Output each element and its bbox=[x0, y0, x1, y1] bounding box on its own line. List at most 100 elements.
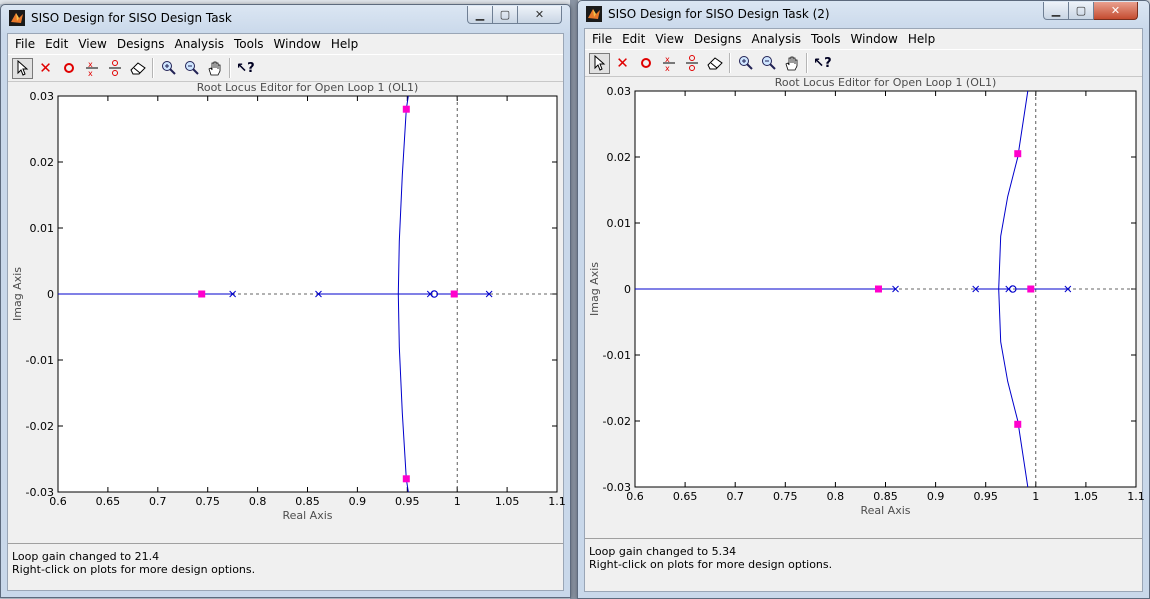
y-tick-label: -0.03 bbox=[603, 481, 631, 494]
x-axis-label: Real Axis bbox=[860, 504, 910, 517]
add-pole-pair-icon[interactable]: xx bbox=[81, 58, 102, 79]
status-hint-text: Right-click on plots for more design opt… bbox=[589, 558, 833, 571]
x-tick-label: 0.9 bbox=[927, 490, 945, 503]
close-button[interactable]: ✕ bbox=[1094, 2, 1138, 20]
plot-area[interactable]: Root Locus Editor for Open Loop 1 (OL1) 0… bbox=[585, 77, 1144, 539]
menu-help[interactable]: Help bbox=[903, 29, 940, 49]
closed-loop-pole-marker bbox=[1027, 285, 1035, 293]
svg-text:x: x bbox=[88, 69, 93, 77]
whats-this-help-icon[interactable]: ↖? bbox=[235, 58, 256, 79]
closed-loop-pole-marker bbox=[874, 285, 882, 293]
maximize-button[interactable]: ▢ bbox=[1069, 2, 1094, 20]
menu-edit[interactable]: Edit bbox=[40, 34, 73, 54]
delete-x-pole-icon[interactable]: ✕ bbox=[612, 53, 633, 74]
menu-window[interactable]: Window bbox=[269, 34, 326, 54]
x-tick-label: 0.9 bbox=[349, 495, 367, 508]
x-tick-label: 1.05 bbox=[495, 495, 520, 508]
maximize-button[interactable]: ▢ bbox=[493, 6, 518, 24]
closed-loop-pole-marker bbox=[1014, 150, 1022, 158]
toolbar-separator bbox=[806, 53, 808, 73]
whats-this-help-icon[interactable]: ↖? bbox=[812, 53, 833, 74]
y-tick-label: -0.02 bbox=[26, 420, 54, 433]
y-tick-label: -0.02 bbox=[603, 415, 631, 428]
menu-tools[interactable]: Tools bbox=[806, 29, 846, 49]
y-axis-label: Imag Axis bbox=[588, 262, 601, 316]
status-panel: Loop gain changed to 21.4 Right-click on… bbox=[8, 544, 563, 576]
x-tick-label: 1.1 bbox=[548, 495, 565, 508]
title-bar[interactable]: SISO Design for SISO Design Task (2) ▁ ▢… bbox=[578, 1, 1149, 27]
pan-hand-icon[interactable] bbox=[204, 58, 225, 79]
menu-designs[interactable]: Designs bbox=[689, 29, 747, 49]
title-bar[interactable]: SISO Design for SISO Design Task ▁ ▢ ✕ bbox=[1, 5, 570, 31]
root-locus-plot[interactable]: Root Locus Editor for Open Loop 1 (OL1) 0… bbox=[585, 77, 1144, 538]
y-tick-label: -0.03 bbox=[26, 486, 54, 499]
plot-area[interactable]: Root Locus Editor for Open Loop 1 (OL1) 0… bbox=[8, 82, 565, 544]
x-axis-label: Real Axis bbox=[282, 509, 332, 522]
root-locus-plot[interactable]: Root Locus Editor for Open Loop 1 (OL1) 0… bbox=[8, 82, 565, 543]
menu-file[interactable]: File bbox=[10, 34, 40, 54]
x-tick-label: 0.65 bbox=[673, 490, 698, 503]
menu-edit[interactable]: Edit bbox=[617, 29, 650, 49]
eraser-icon[interactable] bbox=[704, 53, 725, 74]
add-zero-pair-icon[interactable] bbox=[104, 58, 125, 79]
window-title: SISO Design for SISO Design Task (2) bbox=[608, 7, 830, 21]
y-tick-label: 0 bbox=[624, 283, 631, 296]
add-pole-pair-icon[interactable]: xx bbox=[658, 53, 679, 74]
add-zero-icon[interactable] bbox=[58, 58, 79, 79]
minimize-button[interactable]: ▁ bbox=[1043, 2, 1069, 20]
toolbar: ✕ xx ↖? bbox=[585, 49, 1142, 77]
closed-loop-pole-marker bbox=[1014, 420, 1022, 428]
siso-window-2[interactable]: SISO Design for SISO Design Task (2) ▁ ▢… bbox=[577, 0, 1150, 599]
closed-loop-pole-marker bbox=[450, 290, 458, 298]
x-tick-label: 1.05 bbox=[1074, 490, 1099, 503]
chart-title: Root Locus Editor for Open Loop 1 (OL1) bbox=[775, 77, 997, 89]
menu-view[interactable]: View bbox=[73, 34, 111, 54]
status-hint-text: Right-click on plots for more design opt… bbox=[12, 563, 256, 576]
svg-text:x: x bbox=[665, 64, 670, 72]
x-tick-label: 0.8 bbox=[827, 490, 845, 503]
y-tick-label: 0.01 bbox=[30, 222, 55, 235]
menu-help[interactable]: Help bbox=[326, 34, 363, 54]
y-tick-label: 0.01 bbox=[607, 217, 632, 230]
menu-view[interactable]: View bbox=[650, 29, 688, 49]
menu-designs[interactable]: Designs bbox=[112, 34, 170, 54]
status-gain-text: Loop gain changed to 5.34 bbox=[589, 545, 737, 558]
arrow-select-icon[interactable] bbox=[12, 57, 33, 79]
x-tick-label: 0.75 bbox=[195, 495, 220, 508]
zoom-out-icon[interactable] bbox=[758, 53, 779, 74]
zoom-in-icon[interactable] bbox=[158, 58, 179, 79]
siso-window-1[interactable]: SISO Design for SISO Design Task ▁ ▢ ✕ F… bbox=[0, 4, 571, 598]
window-title: SISO Design for SISO Design Task bbox=[31, 11, 232, 25]
x-tick-label: 1.1 bbox=[1127, 490, 1144, 503]
toolbar: ✕ xx ↖? bbox=[8, 54, 563, 82]
closed-loop-pole-marker bbox=[198, 290, 206, 298]
y-tick-label: 0.03 bbox=[30, 90, 55, 103]
x-tick-label: 0.85 bbox=[295, 495, 320, 508]
menu-bar: File Edit View Designs Analysis Tools Wi… bbox=[8, 34, 563, 54]
x-tick-label: 0.95 bbox=[395, 495, 420, 508]
menu-tools[interactable]: Tools bbox=[229, 34, 269, 54]
add-zero-pair-icon[interactable] bbox=[681, 53, 702, 74]
minimize-button[interactable]: ▁ bbox=[467, 6, 493, 24]
window-client: File Edit View Designs Analysis Tools Wi… bbox=[7, 33, 565, 591]
y-tick-label: -0.01 bbox=[26, 354, 54, 367]
y-tick-label: 0.02 bbox=[607, 151, 632, 164]
x-tick-label: 1 bbox=[454, 495, 461, 508]
zoom-out-icon[interactable] bbox=[181, 58, 202, 79]
zoom-in-icon[interactable] bbox=[735, 53, 756, 74]
menu-window[interactable]: Window bbox=[846, 29, 903, 49]
delete-x-pole-icon[interactable]: ✕ bbox=[35, 58, 56, 79]
arrow-select-icon[interactable] bbox=[589, 52, 610, 74]
menu-file[interactable]: File bbox=[587, 29, 617, 49]
chart-title: Root Locus Editor for Open Loop 1 (OL1) bbox=[197, 82, 419, 94]
y-tick-label: 0.02 bbox=[30, 156, 55, 169]
add-zero-icon[interactable] bbox=[635, 53, 656, 74]
menu-analysis[interactable]: Analysis bbox=[170, 34, 229, 54]
close-button[interactable]: ✕ bbox=[518, 6, 562, 24]
toolbar-separator bbox=[229, 58, 231, 78]
x-tick-label: 0.7 bbox=[149, 495, 167, 508]
pan-hand-icon[interactable] bbox=[781, 53, 802, 74]
x-tick-label: 0.8 bbox=[249, 495, 267, 508]
eraser-icon[interactable] bbox=[127, 58, 148, 79]
menu-analysis[interactable]: Analysis bbox=[747, 29, 806, 49]
